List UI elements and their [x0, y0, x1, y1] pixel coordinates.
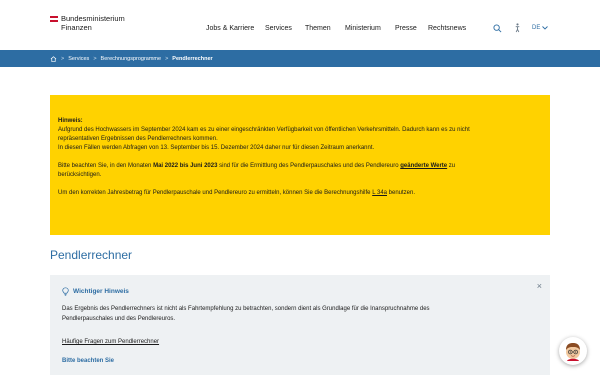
- chevron-down-icon: [542, 26, 549, 30]
- flood-notice: Hinweis: Aufgrund des Hochwassers im Sep…: [50, 95, 550, 235]
- info-text-line: Pendlerpauschales und des Pendlereuros.: [62, 316, 176, 322]
- search-icon[interactable]: [492, 23, 502, 33]
- info-text: Das Ergebnis des Pendlerrechners ist nic…: [62, 304, 538, 324]
- notice-paragraph-2: Bitte beachten Sie, in den Monaten Mai 2…: [58, 162, 542, 171]
- notice-text: Bitte beachten Sie, in den Monaten: [58, 163, 154, 169]
- changed-values-link[interactable]: geänderte Werte: [400, 163, 447, 169]
- nav-ministerium[interactable]: Ministerium: [345, 25, 381, 32]
- notice-text: Um den korrekten Jahresbetrag für Pendle…: [58, 190, 373, 196]
- ministry-logo[interactable]: Bundesministerium Finanzen: [50, 14, 125, 32]
- notice-text: Aufgrund des Hochwassers im September 20…: [58, 127, 470, 133]
- notice-text: benutzen.: [387, 190, 416, 196]
- faq-link[interactable]: Häufige Fragen zum Pendlerrechner: [62, 339, 538, 345]
- nav-jobs-karriere[interactable]: Jobs & Karriere: [206, 25, 254, 32]
- info-text-line: Das Ergebnis des Pendlerrechners ist nic…: [62, 306, 430, 312]
- breadcrumb-berechnungsprogramme[interactable]: Berechnungsprogramme: [101, 56, 162, 62]
- info-heading-row: Wichtiger Hinweis: [62, 287, 538, 296]
- logo-line-2: Finanzen: [61, 22, 92, 32]
- breadcrumb: > Services > Berechnungsprogramme > Pend…: [0, 50, 600, 67]
- logo-text: Bundesministerium Finanzen: [61, 14, 125, 32]
- nav-presse[interactable]: Presse: [395, 25, 417, 32]
- info-heading: Wichtiger Hinweis: [73, 288, 129, 295]
- notice-bold-period: Mai 2022 bis Juni 2023: [153, 163, 218, 169]
- breadcrumb-services[interactable]: Services: [68, 56, 89, 62]
- nav-themen[interactable]: Themen: [305, 25, 331, 32]
- breadcrumb-current: Pendlerrechner: [172, 55, 213, 62]
- language-label: DE: [532, 25, 541, 31]
- home-icon[interactable]: [50, 55, 57, 62]
- notice-text: In diesen Fällen werden Abfragen von 13.…: [58, 145, 375, 151]
- breadcrumb-separator: >: [165, 55, 169, 62]
- header-tools: DE: [492, 23, 549, 33]
- page-title: Pendlerrechner: [50, 248, 133, 262]
- austria-flag-icon: [50, 16, 58, 22]
- important-info-box: Wichtiger Hinweis × Das Ergebnis des Pen…: [50, 275, 550, 375]
- language-selector[interactable]: DE: [532, 25, 549, 31]
- notice-text: sind für die Ermittlung des Pendlerpausc…: [217, 163, 401, 169]
- info-subheading: Bitte beachten Sie: [62, 358, 115, 364]
- breadcrumb-separator: >: [61, 55, 65, 62]
- notice-text: berücksichtigen.: [58, 172, 102, 178]
- accessibility-icon[interactable]: [512, 23, 522, 33]
- nav-rechtsnews[interactable]: Rechtsnews: [428, 25, 466, 32]
- notice-text: repräsentativen Ergebnissen des Pendlerr…: [58, 136, 218, 142]
- notice-text: zu: [447, 163, 456, 169]
- lightbulb-icon: [62, 287, 69, 296]
- notice-heading: Hinweis:: [58, 118, 83, 124]
- notice-paragraph-3: Um den korrekten Jahresbetrag für Pendle…: [58, 189, 542, 198]
- nav-services[interactable]: Services: [265, 25, 292, 32]
- site-header: Bundesministerium Finanzen Jobs & Karrie…: [0, 0, 600, 50]
- close-icon[interactable]: ×: [537, 282, 542, 291]
- breadcrumb-separator: >: [93, 55, 97, 62]
- assistant-avatar-icon[interactable]: [559, 337, 587, 365]
- l34a-link[interactable]: L 34a: [372, 190, 387, 196]
